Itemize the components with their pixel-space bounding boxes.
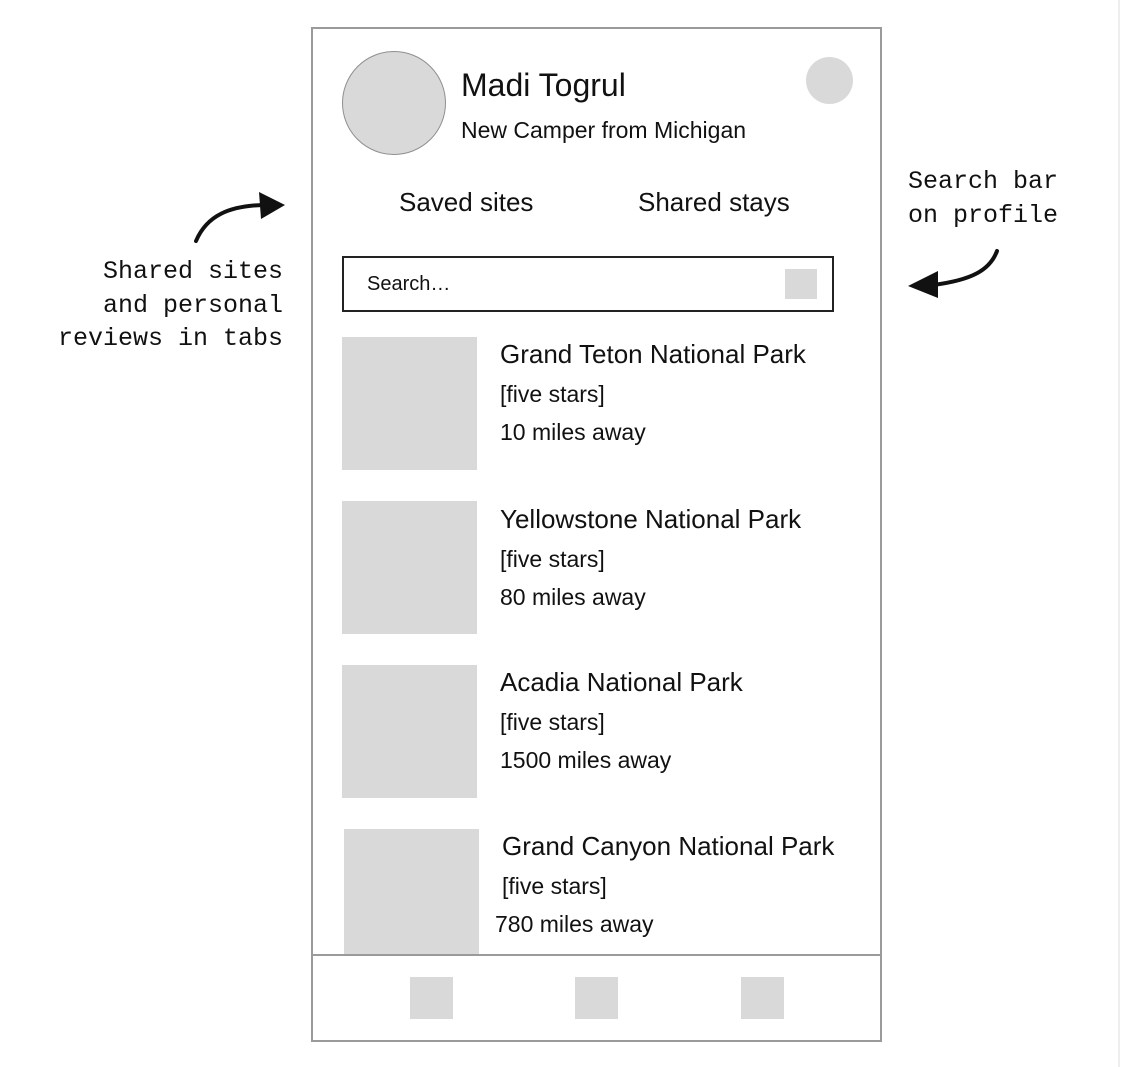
annotation-tabs-note: Shared sites and personal reviews in tab… (57, 257, 283, 353)
park-thumbnail (344, 829, 479, 962)
page-edge-rule (1118, 0, 1120, 1067)
avatar[interactable] (342, 51, 446, 155)
park-name: Acadia National Park (500, 667, 743, 697)
bottom-nav (313, 954, 880, 1040)
search-input[interactable] (344, 258, 764, 310)
list-item[interactable]: Grand Teton National Park [five stars] 1… (313, 337, 880, 477)
park-thumbnail (342, 501, 477, 634)
park-distance: 80 miles away (500, 584, 646, 610)
park-rating: [five stars] (500, 381, 605, 407)
park-thumbnail (342, 665, 477, 798)
list-item[interactable]: Yellowstone National Park [five stars] 8… (313, 501, 880, 641)
profile-name: Madi Togrul (461, 67, 626, 103)
park-rating: [five stars] (500, 709, 605, 735)
park-rating: [five stars] (500, 546, 605, 572)
phone-frame: Madi Togrul New Camper from Michigan Sav… (311, 27, 882, 1042)
profile-subtitle: New Camper from Michigan (461, 117, 747, 143)
nav-explore-icon[interactable] (575, 977, 618, 1019)
settings-icon[interactable] (806, 57, 853, 104)
annotation-arrow-left-icon (194, 192, 285, 243)
list-item[interactable]: Acadia National Park [five stars] 1500 m… (313, 665, 880, 805)
annotation-arrow-right-icon (908, 249, 999, 298)
park-thumbnail (342, 337, 477, 470)
park-distance: 780 miles away (495, 911, 654, 937)
nav-profile-icon[interactable] (741, 977, 784, 1019)
tab-shared-stays[interactable]: Shared stays (638, 187, 790, 218)
park-distance: 10 miles away (500, 419, 646, 445)
park-name: Grand Canyon National Park (502, 831, 835, 861)
list-item[interactable]: Grand Canyon National Park [five stars] … (313, 829, 880, 969)
park-name: Yellowstone National Park (500, 504, 802, 534)
search-bar (342, 256, 834, 312)
park-name: Grand Teton National Park (500, 339, 806, 369)
park-rating: [five stars] (502, 873, 607, 899)
search-icon[interactable] (785, 269, 817, 299)
tab-saved-sites[interactable]: Saved sites (399, 187, 533, 218)
park-distance: 1500 miles away (500, 747, 672, 773)
annotation-search-note: Search bar on profile (908, 167, 1059, 230)
nav-home-icon[interactable] (410, 977, 453, 1019)
